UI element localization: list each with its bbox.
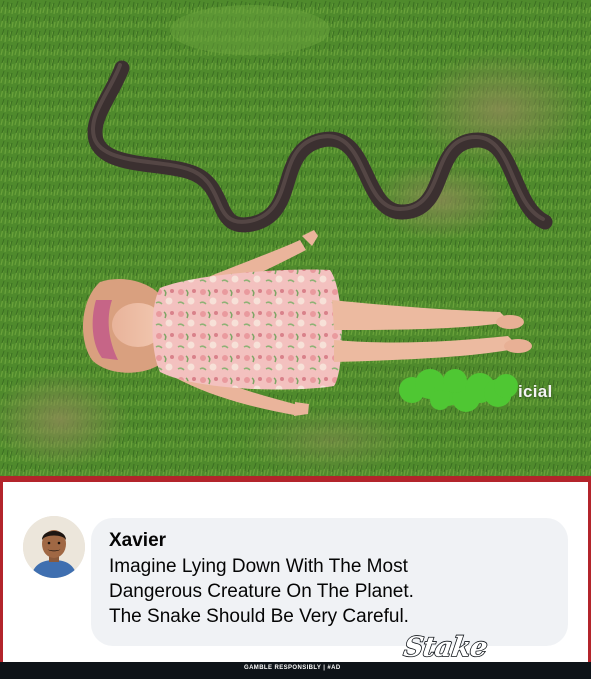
photo-woman-and-snake: icial [0,0,591,476]
avatar-portrait-icon [23,516,85,578]
stake-logo[interactable]: Stake [401,631,490,664]
comment-bubble: Xavier Imagine Lying Down With The Most … [91,518,568,646]
watermark-text: icial [518,382,553,401]
avatar[interactable] [23,516,85,578]
meme-post: icial Xavier Imagine Lying Down With The… [0,0,591,679]
comment-line-2: Dangerous Creature On The Planet. [109,581,414,602]
comment-panel: Xavier Imagine Lying Down With The Most … [0,476,591,662]
comment-line-1: Imagine Lying Down With The Most [109,556,408,577]
comment-author[interactable]: Xavier [109,528,552,554]
ad-footer-bar: GAMBLE RESPONSIBLY | #AD [0,662,591,679]
photo-illustration [0,0,591,476]
comment-line-3: The Snake Should Be Very Careful. [109,606,409,627]
gamble-disclaimer: GAMBLE RESPONSIBLY | #AD [244,665,341,671]
